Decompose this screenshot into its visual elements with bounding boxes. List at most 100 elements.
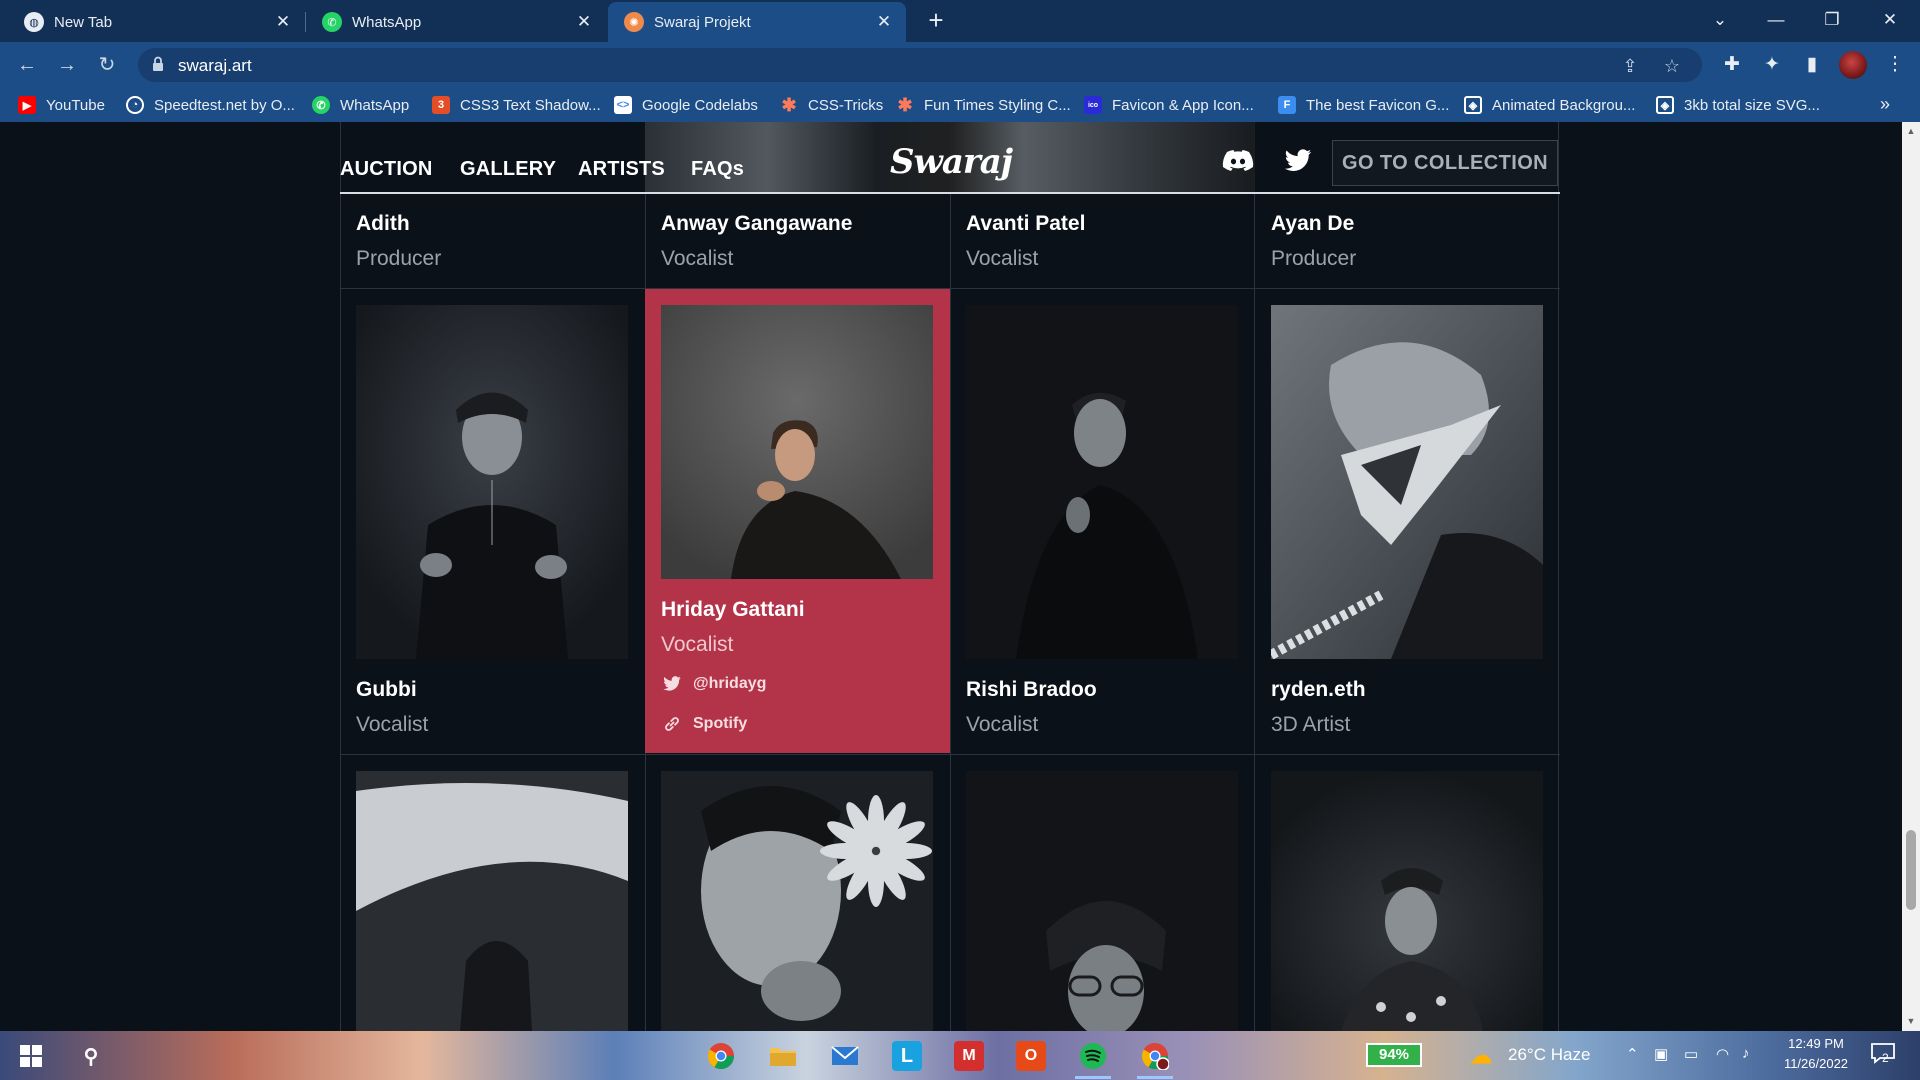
bookmark-label: WhatsApp	[340, 96, 410, 114]
mcafee-icon[interactable]: M	[954, 1041, 984, 1071]
artist-photo-ryden[interactable]	[1271, 305, 1543, 659]
scroll-down-icon[interactable]: ▼	[1906, 1016, 1916, 1026]
artist-photo-rishi[interactable]	[966, 305, 1238, 659]
system-clock[interactable]: 12:49 PM 11/26/2022	[1776, 1034, 1856, 1074]
clock-time: 12:49 PM	[1788, 1036, 1844, 1051]
portrait-image	[966, 771, 1238, 1031]
bookmark-youtube[interactable]: ▶ YouTube	[18, 94, 105, 116]
office-icon[interactable]: O	[1016, 1041, 1046, 1071]
menu-kebab-icon[interactable]: ⋮	[1880, 50, 1910, 80]
search-icon[interactable]: ⚲	[76, 1041, 106, 1071]
artist-photo[interactable]	[661, 771, 933, 1031]
mail-icon[interactable]	[830, 1041, 860, 1071]
meet-now-icon[interactable]: ▣	[1654, 1045, 1668, 1063]
side-panel-icon[interactable]: ▮	[1797, 50, 1827, 80]
nav-auction[interactable]: AUCTION	[340, 158, 433, 181]
scrollbar-thumb[interactable]	[1906, 830, 1916, 910]
artist-photo-gubbi[interactable]	[356, 305, 628, 659]
artist-name[interactable]: Adith	[356, 212, 410, 236]
bookmark-favicon-app-icon[interactable]: ico Favicon & App Icon...	[1084, 94, 1254, 116]
notification-center-icon[interactable]: 2	[1870, 1041, 1896, 1069]
artist-name[interactable]: Avanti Patel	[966, 212, 1085, 236]
bookmark-best-favicon[interactable]: F The best Favicon G...	[1278, 94, 1449, 116]
file-explorer-icon[interactable]	[768, 1041, 798, 1071]
profile-avatar[interactable]	[1839, 51, 1867, 79]
discord-icon[interactable]	[1220, 146, 1256, 176]
reload-icon[interactable]: ↻	[92, 50, 122, 80]
bookmark-3kb-svg[interactable]: ◈ 3kb total size SVG...	[1656, 94, 1820, 116]
show-hidden-icons-icon[interactable]: ⌃	[1626, 1045, 1639, 1063]
bookmark-speedtest[interactable]: ◔ Speedtest.net by O...	[126, 94, 295, 116]
app-l-icon[interactable]: L	[892, 1041, 922, 1071]
nav-gallery[interactable]: GALLERY	[460, 158, 556, 181]
address-bar[interactable]: swaraj.art ⇪ ☆	[138, 48, 1702, 82]
artist-name[interactable]: ryden.eth	[1271, 678, 1366, 702]
css-tricks-icon: ✱	[781, 94, 797, 115]
bookmark-whatsapp[interactable]: ✆ WhatsApp	[312, 94, 409, 116]
extension-icon[interactable]: ✚	[1717, 50, 1747, 80]
share-icon[interactable]: ⇪	[1618, 54, 1642, 78]
close-tab-icon[interactable]: ✕	[874, 12, 894, 32]
spotify-link[interactable]: Spotify	[661, 713, 747, 735]
close-window-button[interactable]: ✕	[1862, 0, 1918, 40]
favicon-f-icon: F	[1278, 96, 1296, 114]
artist-name[interactable]: Anway Gangawane	[661, 212, 852, 236]
spotify-label: Spotify	[693, 715, 748, 732]
css3-icon: 3	[432, 96, 450, 114]
twitter-link[interactable]: @hridayg	[661, 673, 766, 695]
nav-artists[interactable]: ARTISTS	[578, 158, 665, 181]
artist-photo-hriday[interactable]	[661, 305, 933, 579]
artist-photo[interactable]	[356, 771, 628, 1031]
windows-start-icon[interactable]	[16, 1041, 46, 1071]
wifi-icon[interactable]: ◠	[1716, 1045, 1729, 1063]
tab-new-tab[interactable]: ◍ New Tab ✕	[0, 2, 305, 42]
scroll-up-icon[interactable]: ▲	[1906, 126, 1916, 136]
tab-title: New Tab	[54, 13, 113, 31]
swaraj-logo[interactable]: Swaraj	[890, 142, 1013, 182]
grid-divider	[340, 122, 341, 1031]
lock-icon	[153, 56, 163, 71]
battery-indicator[interactable]: 94%	[1366, 1043, 1422, 1067]
go-to-collection-button[interactable]: GO TO COLLECTION	[1332, 140, 1558, 186]
artist-photo[interactable]	[1271, 771, 1543, 1031]
page-scrollbar[interactable]: ▲ ▼	[1902, 122, 1920, 1031]
artist-name[interactable]: Hriday Gattani	[661, 598, 805, 622]
new-tab-button[interactable]: +	[922, 6, 950, 34]
nav-faqs[interactable]: FAQs	[691, 158, 744, 181]
twitter-icon[interactable]	[1280, 146, 1316, 176]
bookmark-label: 3kb total size SVG...	[1684, 96, 1820, 114]
battery-icon[interactable]: ▭	[1684, 1045, 1698, 1063]
extensions-puzzle-icon[interactable]: ✦	[1757, 50, 1787, 80]
artist-name[interactable]: Rishi Bradoo	[966, 678, 1097, 702]
restore-button[interactable]: ❐	[1804, 0, 1860, 40]
tab-whatsapp[interactable]: ✆ WhatsApp ✕	[306, 2, 606, 42]
bookmark-fun-times-styling[interactable]: ✱ Fun Times Styling C...	[896, 94, 1070, 116]
artist-name[interactable]: Gubbi	[356, 678, 417, 702]
chrome-profile-icon[interactable]	[1140, 1041, 1170, 1071]
close-tab-icon[interactable]: ✕	[273, 12, 293, 32]
back-icon[interactable]: ←	[12, 50, 42, 80]
portrait-image	[1271, 305, 1543, 659]
bookmarks-overflow-icon[interactable]: »	[1880, 94, 1890, 115]
minimize-button[interactable]: —	[1748, 0, 1804, 40]
tab-search-icon[interactable]: ⌄	[1692, 0, 1748, 40]
volume-icon[interactable]: ♪	[1742, 1045, 1750, 1062]
forward-icon[interactable]: →	[52, 50, 82, 80]
chrome-icon[interactable]	[706, 1041, 736, 1071]
bookmark-google-codelabs[interactable]: <> Google Codelabs	[614, 94, 758, 116]
link-icon	[661, 713, 683, 735]
spotify-icon[interactable]	[1078, 1041, 1108, 1071]
close-tab-icon[interactable]: ✕	[574, 12, 594, 32]
bookmark-label: CSS3 Text Shadow...	[460, 96, 601, 114]
bookmark-star-icon[interactable]: ☆	[1660, 54, 1684, 78]
artist-role: Vocalist	[661, 247, 734, 270]
artist-name[interactable]: Ayan De	[1271, 212, 1354, 236]
tab-swaraj-projekt[interactable]: ✺ Swaraj Projekt ✕	[608, 2, 906, 42]
bookmark-animated-background[interactable]: ◈ Animated Backgrou...	[1464, 94, 1635, 116]
weather-text[interactable]: 26°C Haze	[1508, 1045, 1590, 1065]
bookmark-css3-text-shadow[interactable]: 3 CSS3 Text Shadow...	[432, 94, 601, 116]
bookmark-label: Favicon & App Icon...	[1112, 96, 1254, 114]
site-header: AUCTION GALLERY ARTISTS FAQs Swaraj GO T…	[0, 122, 1902, 194]
artist-photo[interactable]	[966, 771, 1238, 1031]
bookmark-css-tricks[interactable]: ✱ CSS-Tricks	[780, 94, 883, 116]
